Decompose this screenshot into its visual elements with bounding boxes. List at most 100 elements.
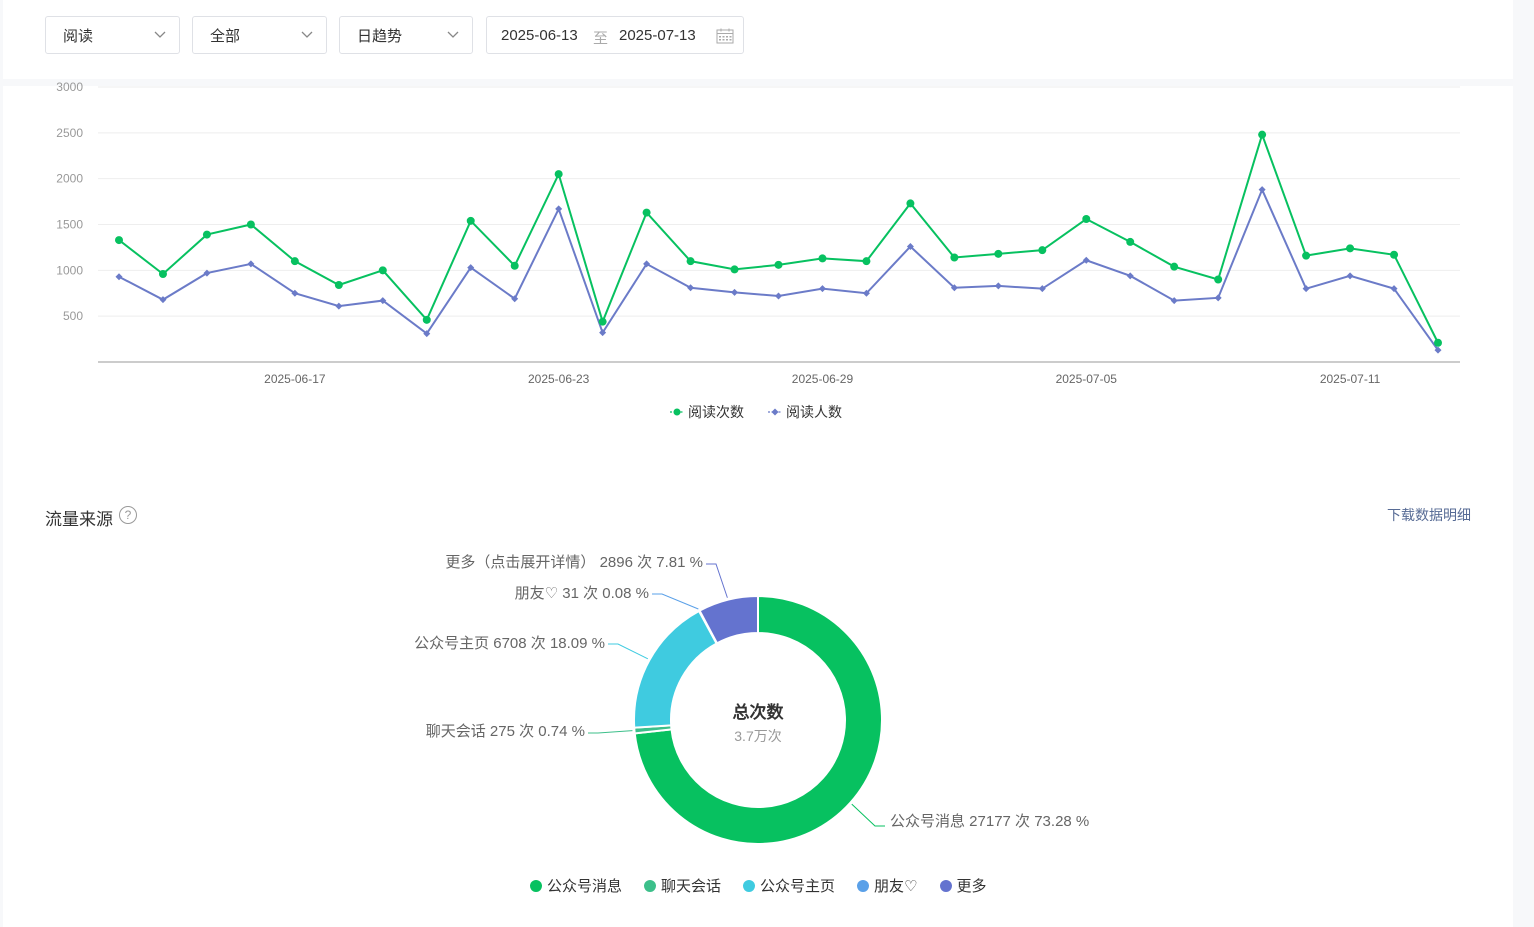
data-point: [378, 266, 387, 275]
data-point: [1258, 186, 1266, 194]
x-tick-label: 2025-06-23: [528, 372, 590, 386]
legend-label: 阅读人数: [786, 404, 842, 420]
slice-leader-line: [652, 593, 699, 610]
x-tick-label: 2025-07-05: [1056, 372, 1118, 386]
data-point: [422, 315, 431, 324]
legend-item[interactable]: 阅读人数: [768, 404, 842, 420]
data-point: [731, 288, 739, 296]
scrollbar-track[interactable]: [1512, 0, 1534, 927]
legend-dot-icon: [644, 879, 657, 892]
donut-legend-item[interactable]: 朋友♡: [857, 875, 918, 896]
y-tick-label: 1000: [56, 263, 83, 277]
donut-center-value: 3.7万次: [734, 728, 781, 744]
date-start[interactable]: 2025-06-13: [501, 27, 578, 44]
donut-legend-label: 公众号消息: [547, 878, 623, 895]
chevron-down-icon: [301, 31, 313, 38]
data-point: [775, 292, 782, 300]
data-point: [290, 257, 299, 266]
data-point: [950, 253, 959, 262]
slice-label: 公众号消息 27177 次 73.28 %: [890, 813, 1089, 830]
data-point: [1302, 285, 1310, 293]
chevron-down-icon: [447, 31, 459, 38]
y-tick-label: 1500: [56, 218, 83, 232]
scope-select[interactable]: 全部: [192, 16, 327, 54]
donut-legend: 公众号消息 聊天会话 公众号主页 朋友♡ 更多: [530, 875, 987, 896]
donut-legend-label: 聊天会话: [661, 878, 722, 895]
help-icon[interactable]: ?: [119, 506, 137, 524]
donut-legend-item[interactable]: 聊天会话: [644, 875, 721, 896]
y-tick-label: 2000: [56, 172, 83, 186]
date-range-picker[interactable]: 2025-06-13 至 2025-07-13: [486, 16, 744, 54]
series-line: [118, 131, 1439, 344]
data-point: [466, 216, 475, 225]
page: 阅读 全部 日趋势 2025-06-13 至 2025-07-13 500 100…: [0, 0, 1534, 927]
data-point: [202, 230, 211, 239]
data-point: [510, 261, 519, 270]
data-point: [246, 220, 255, 229]
legend-marker: [771, 408, 779, 416]
legend-item[interactable]: 阅读次数: [670, 404, 744, 420]
trend-select[interactable]: 日趋势: [339, 16, 473, 54]
data-point: [334, 281, 343, 289]
donut-legend-label: 更多: [956, 878, 987, 895]
data-point: [862, 257, 871, 266]
metric-select[interactable]: 阅读: [45, 16, 180, 54]
data-point: [818, 285, 826, 293]
donut-legend-item[interactable]: 公众号主页: [743, 875, 835, 896]
data-point: [115, 236, 123, 245]
legend-dot-icon: [743, 879, 756, 892]
traffic-source-title: 流量来源: [45, 510, 113, 529]
slice-leader-line: [608, 643, 649, 660]
data-point: [994, 249, 1003, 258]
slice-label: 更多（点击展开详情） 2896 次 7.81 %: [445, 554, 703, 571]
legend-dot-icon: [939, 879, 952, 892]
legend-dot-icon: [857, 879, 870, 892]
y-tick-label: 3000: [56, 80, 83, 94]
data-point: [818, 254, 827, 263]
data-point: [774, 260, 783, 269]
y-tick-label: 500: [63, 309, 83, 323]
data-point: [906, 199, 915, 208]
slice-label: 公众号主页 6708 次 18.09 %: [414, 635, 605, 652]
data-point: [158, 270, 167, 278]
y-tick-label: 2500: [56, 126, 83, 140]
x-tick-label: 2025-07-11: [1320, 372, 1381, 386]
donut-chart: 公众号消息 27177 次 73.28 % 聊天会话 275 次 0.74 % 公众…: [414, 554, 1089, 845]
slice-label: 朋友♡ 31 次 0.08 %: [515, 585, 649, 602]
data-point: [1434, 338, 1442, 347]
data-point: [1302, 251, 1311, 260]
slice-leader-line: [706, 563, 728, 598]
legend-dot-icon: [530, 879, 542, 892]
metric-select-value: 阅读: [63, 27, 94, 45]
donut-center-title: 总次数: [733, 702, 785, 722]
x-tick-label: 2025-06-17: [264, 372, 326, 386]
legend-label: 阅读次数: [688, 404, 744, 420]
slice-leader-line: [588, 730, 633, 734]
donut-slice[interactable]: [633, 609, 718, 729]
donut-legend-label: 朋友♡: [874, 878, 918, 895]
slice-leader-line: [851, 803, 885, 827]
data-point: [598, 317, 607, 326]
download-details-link[interactable]: 下载数据明细: [1387, 505, 1471, 525]
date-separator: 至: [593, 30, 609, 47]
data-point: [1082, 215, 1091, 223]
data-point: [335, 302, 343, 310]
x-tick-label: 2025-06-29: [792, 372, 854, 386]
data-point: [115, 273, 123, 281]
chevron-down-icon: [154, 31, 166, 38]
data-point: [1258, 130, 1267, 139]
data-point: [1126, 237, 1135, 246]
data-point: [1214, 275, 1223, 284]
data-point: [994, 282, 1002, 290]
calendar-icon[interactable]: [716, 28, 734, 44]
donut-legend-item[interactable]: 更多: [939, 875, 987, 896]
donut-legend-item[interactable]: 公众号消息: [530, 875, 622, 896]
data-point: [1390, 250, 1399, 259]
data-point: [1346, 272, 1354, 280]
data-point: [1346, 244, 1355, 253]
trend-select-value: 日趋势: [357, 27, 403, 45]
data-point: [730, 265, 739, 274]
date-end[interactable]: 2025-07-13: [619, 27, 696, 44]
data-point: [555, 205, 563, 213]
data-point: [1214, 294, 1222, 302]
